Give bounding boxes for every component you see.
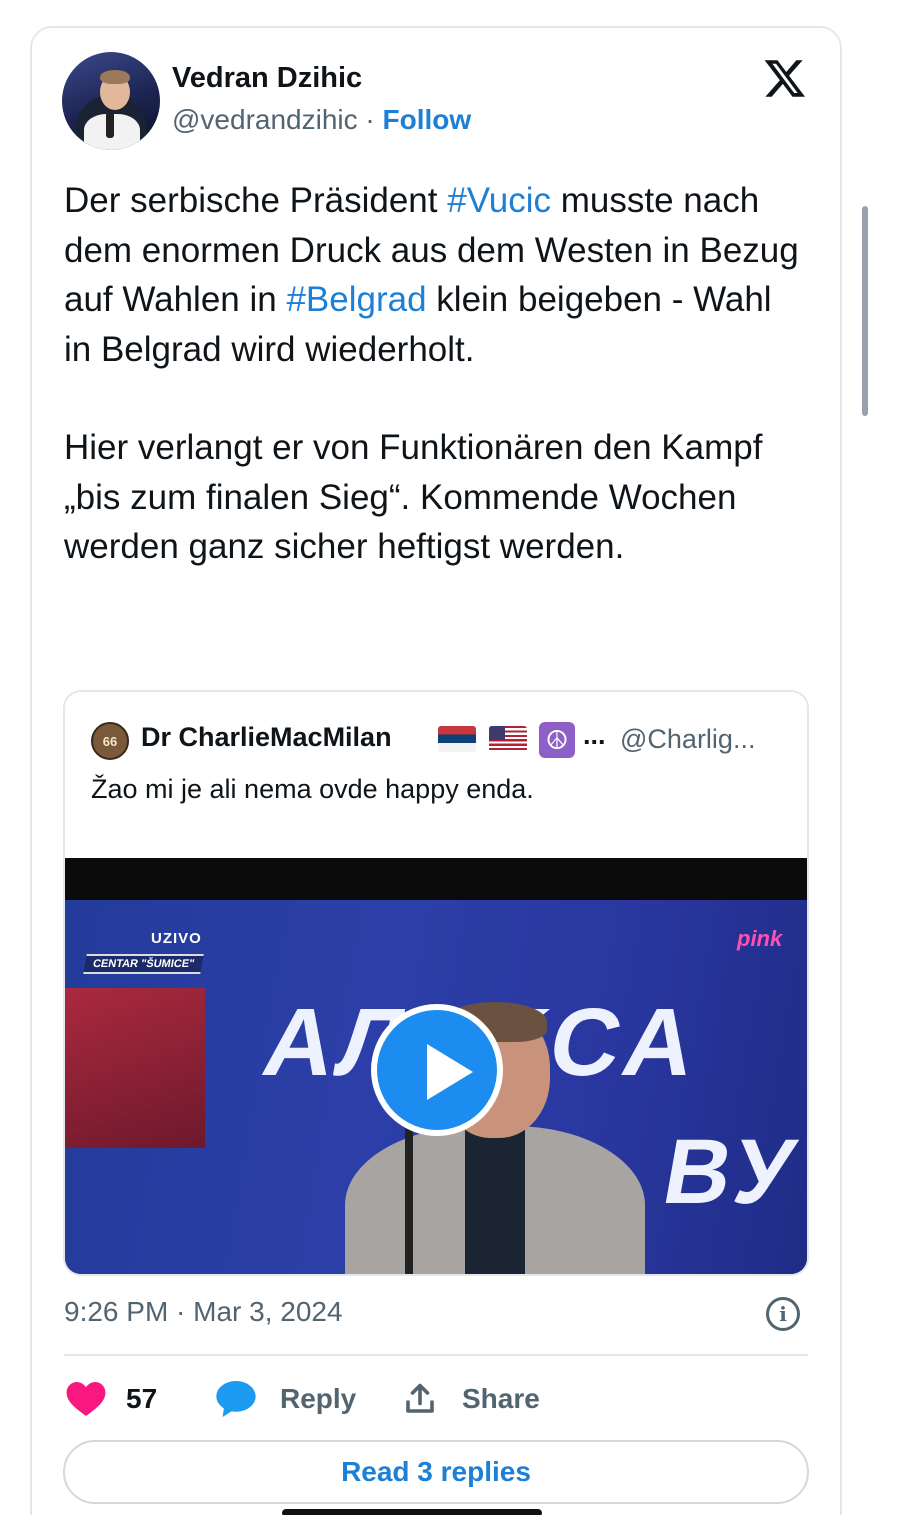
tweet-text-segment: Der serbische Präsident [64, 181, 448, 220]
video-location-label: CENTAR "ŠUMICE" [83, 954, 205, 974]
share-label: Share [462, 1383, 540, 1414]
hashtag-link[interactable]: #Vucic [447, 181, 551, 220]
quoted-tweet-text: Žao mi je ali nema ovde happy enda. [91, 774, 534, 804]
channel-logo: pink [737, 926, 783, 951]
x-logo-icon[interactable] [762, 56, 808, 100]
share-icon [406, 1383, 434, 1413]
usa-flag-icon [489, 726, 527, 752]
scrollbar[interactable] [862, 206, 868, 416]
serbia-flag-icon [438, 726, 476, 752]
backdrop-text-2: BУ [656, 1121, 806, 1223]
quoted-name-ellipsis: ... [583, 720, 606, 750]
tweet-actions: 57 Reply Share [0, 1378, 900, 1420]
like-count: 57 [126, 1383, 158, 1414]
tweet-text: Der serbische Präsident #Vucic musste na… [64, 176, 804, 572]
video-thumbnail[interactable]: UZIVO CENTAR "ŠUMICE" pink AЛEKCA BУ [65, 858, 807, 1274]
microphone-stand [405, 1108, 413, 1274]
read-replies-button[interactable]: Read 3 replies [63, 1440, 809, 1504]
video-live-label: UZIVO [151, 930, 202, 947]
like-button[interactable]: 57 [66, 1378, 157, 1420]
hashtag-link[interactable]: #Belgrad [286, 280, 426, 319]
author-handle-row: @vedrandzihic · Follow [172, 104, 471, 136]
peace-symbol-icon: ☮ [539, 722, 575, 758]
info-icon[interactable]: i [766, 1297, 800, 1331]
play-icon [427, 1044, 473, 1100]
quoted-tweet[interactable]: 66 Dr CharlieMacMilan ☮ ... @Charlig... … [63, 690, 809, 1276]
author-avatar[interactable] [62, 52, 160, 150]
play-button[interactable] [371, 1004, 503, 1136]
author-name[interactable]: Vedran Dzihic [172, 62, 362, 95]
quoted-author-name: Dr CharlieMacMilan [141, 722, 392, 752]
home-indicator [282, 1509, 542, 1515]
quoted-author-handle: @Charlig... [620, 724, 756, 754]
share-button[interactable]: Share [402, 1378, 540, 1420]
tweet-paragraph-1: Der serbische Präsident #Vucic musste na… [64, 176, 804, 374]
tweet-timestamp[interactable]: 9:26 PM · Mar 3, 2024 [64, 1296, 343, 1328]
author-handle[interactable]: @vedrandzihic [172, 104, 358, 135]
reply-label: Reply [280, 1383, 357, 1414]
quoted-author-avatar: 66 [91, 722, 129, 760]
reply-bubble-icon [216, 1381, 256, 1417]
handle-separator: · [365, 104, 375, 135]
heart-icon [66, 1382, 106, 1416]
reply-button[interactable]: Reply [216, 1378, 356, 1420]
follow-link[interactable]: Follow [383, 104, 472, 135]
divider [64, 1354, 808, 1356]
tweet-paragraph-2: Hier verlangt er von Funktionären den Ka… [64, 428, 763, 566]
